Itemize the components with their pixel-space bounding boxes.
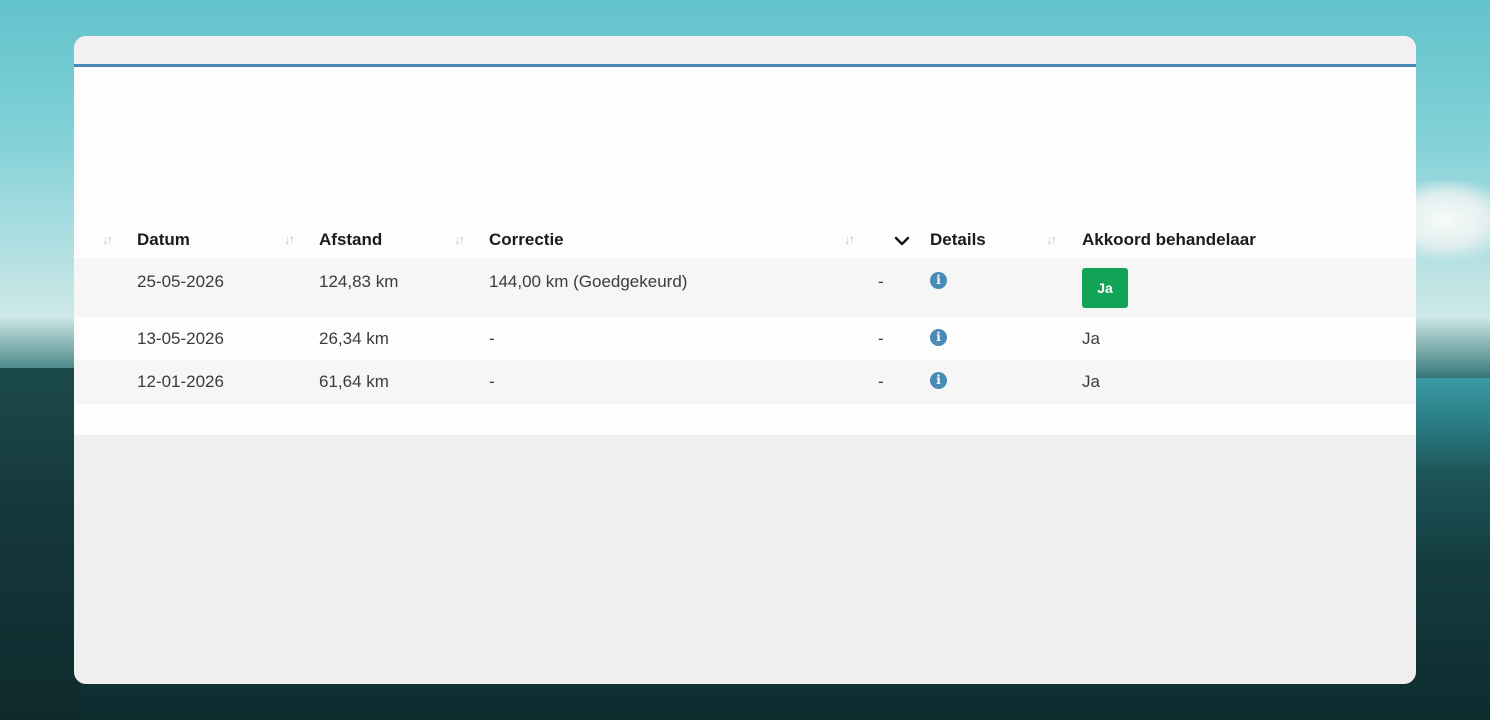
column-header-akkoord-behandelaar[interactable]: Akkoord behandelaar (1082, 230, 1256, 250)
table-panel: ↓↑ Datum ↓↑ Afstand ↓↑ Correctie ↓↑ Deta… (74, 67, 1416, 435)
column-header-correctie[interactable]: Correctie (489, 230, 564, 250)
sort-icon[interactable]: ↓↑ (1046, 232, 1062, 248)
background-mountain-right (1410, 378, 1490, 720)
cell-datum: 12-01-2026 (137, 372, 224, 391)
table-row: 12-01-2026 61,64 km - - i Ja (74, 360, 1416, 404)
column-header-details[interactable]: Details (930, 230, 986, 250)
info-icon[interactable]: i (930, 372, 947, 389)
table-row: 13-05-2026 26,34 km - - i Ja (74, 317, 1416, 360)
cell-correctie: 144,00 km (Goedgekeurd) (489, 272, 688, 291)
cell-akkoord: Ja (1082, 329, 1100, 348)
table-row: 25-05-2026 124,83 km 144,00 km (Goedgeke… (74, 258, 1416, 317)
sort-icon[interactable]: ↓↑ (454, 232, 470, 248)
info-icon[interactable]: i (930, 329, 947, 346)
sort-icon[interactable]: ↓↑ (284, 232, 300, 248)
card-header-bar (74, 36, 1416, 67)
cell-akkoord: Ja (1082, 372, 1100, 391)
sort-icon[interactable]: ↓↑ (102, 232, 118, 248)
cell-afstand: 124,83 km (319, 272, 399, 291)
cell-afstand: 61,64 km (319, 372, 389, 391)
table-header: ↓↑ Datum ↓↑ Afstand ↓↑ Correctie ↓↑ Deta… (74, 222, 1416, 258)
chevron-down-icon[interactable] (894, 233, 910, 249)
sort-icon[interactable]: ↓↑ (844, 232, 860, 248)
background-mountain-left (0, 368, 80, 720)
main-card: ↓↑ Datum ↓↑ Afstand ↓↑ Correctie ↓↑ Deta… (74, 36, 1416, 684)
cell-extra: - (878, 272, 884, 291)
column-header-datum[interactable]: Datum (137, 230, 190, 250)
cell-extra: - (878, 329, 884, 348)
cell-datum: 13-05-2026 (137, 329, 224, 348)
cell-afstand: 26,34 km (319, 329, 389, 348)
info-icon[interactable]: i (930, 272, 947, 289)
cell-correctie: - (489, 329, 495, 348)
cell-datum: 25-05-2026 (137, 272, 224, 291)
approve-button[interactable]: Ja (1082, 268, 1128, 308)
cell-correctie: - (489, 372, 495, 391)
cell-extra: - (878, 372, 884, 391)
column-header-afstand[interactable]: Afstand (319, 230, 382, 250)
